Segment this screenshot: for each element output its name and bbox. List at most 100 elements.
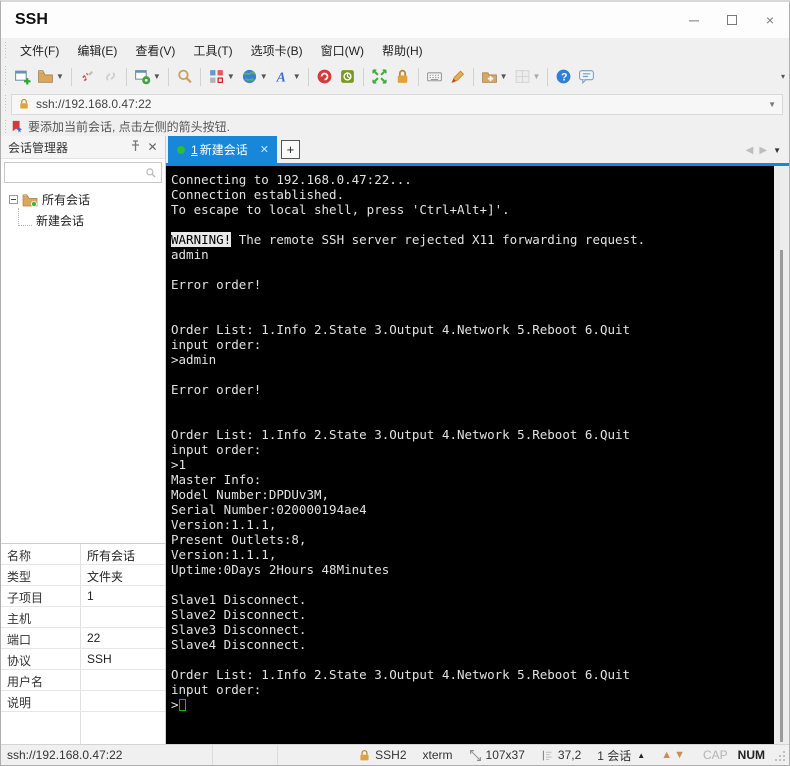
- menu-item[interactable]: 查看(V): [126, 38, 184, 62]
- toolbar-separator: [417, 67, 419, 86]
- menubar-grip[interactable]: [3, 41, 8, 59]
- feedback-button[interactable]: [575, 65, 598, 89]
- terminal-line: >1: [171, 457, 187, 472]
- property-label: 子项目: [1, 586, 81, 606]
- session-properties-button[interactable]: ▼: [131, 65, 164, 89]
- resize-grip[interactable]: [775, 747, 787, 763]
- window-title: SSH: [15, 11, 48, 28]
- tab-scroll-controls: ◀ ▶ ▼: [746, 145, 781, 156]
- scroll-up-icon[interactable]: ▲: [661, 749, 674, 761]
- panel-close-icon[interactable]: ✕: [144, 140, 161, 154]
- tab-scroll-left-icon[interactable]: ◀: [746, 145, 754, 156]
- menu-item[interactable]: 编辑(E): [68, 38, 126, 62]
- dropdown-caret-icon[interactable]: ▼: [56, 72, 64, 81]
- statusbar-session-count[interactable]: 1 会话 ▲: [597, 747, 645, 764]
- toolbar-separator: [167, 67, 169, 86]
- tab-close-icon[interactable]: ✕: [260, 143, 269, 156]
- infobar-grip[interactable]: [3, 119, 8, 134]
- maximize-button[interactable]: [713, 2, 751, 38]
- compose-button[interactable]: ▼: [205, 65, 238, 89]
- terminal-line: Slave1 Disconnect.: [171, 592, 307, 607]
- scroll-down-icon[interactable]: ▼: [674, 749, 687, 761]
- dropdown-caret-icon[interactable]: ▼: [533, 72, 541, 81]
- address-field[interactable]: ssh://192.168.0.47:22 ▼: [11, 93, 783, 115]
- highlight-pen-button[interactable]: [446, 65, 469, 89]
- terminal-line: Master Info:: [171, 472, 262, 487]
- session-search-box[interactable]: [4, 162, 162, 183]
- open-folder-button[interactable]: ▼: [34, 65, 67, 89]
- font-button[interactable]: A ▼: [271, 65, 304, 89]
- tree-item-label: 所有会话: [42, 193, 91, 207]
- address-url: ssh://192.168.0.47:22: [36, 97, 152, 111]
- toolbar-grip[interactable]: [3, 66, 8, 87]
- terminal-scrollbar[interactable]: [774, 166, 789, 744]
- close-button[interactable]: ×: [751, 2, 789, 38]
- terminal-line: >admin: [171, 352, 217, 367]
- minimize-button[interactable]: ─: [675, 2, 713, 38]
- dropdown-caret-icon[interactable]: ▼: [227, 72, 235, 81]
- fullscreen-button[interactable]: [368, 65, 391, 89]
- xagent-icon: [317, 69, 332, 84]
- property-row: 端口 22: [1, 628, 165, 649]
- layout-grid-button[interactable]: ▼: [511, 65, 544, 89]
- address-lock-icon: [20, 98, 28, 109]
- main-area: 会话管理器 ✕ 所有会话 新建会话 名称 所有会话 类型 文件夹 子项目 1 主机 端口 22 协议…: [1, 136, 789, 744]
- menu-item[interactable]: 工具(T): [184, 38, 241, 62]
- menu-item[interactable]: 窗口(W): [312, 38, 373, 62]
- toolbar-separator: [547, 67, 549, 86]
- session-list-caret[interactable]: ▲: [637, 751, 645, 760]
- search-icon: [146, 167, 156, 178]
- tab-list-caret[interactable]: ▼: [773, 146, 781, 155]
- new-folder-button[interactable]: ▼: [478, 65, 511, 89]
- keyboard-button[interactable]: [423, 65, 446, 89]
- new-tab-button[interactable]: +: [280, 140, 300, 159]
- disconnect-button[interactable]: [76, 65, 99, 89]
- dropdown-caret-icon[interactable]: ▼: [153, 72, 161, 81]
- disconnect-icon: [82, 70, 93, 82]
- menu-item[interactable]: 帮助(H): [373, 38, 432, 62]
- tab-scroll-right-icon[interactable]: ▶: [759, 145, 767, 156]
- globe-button[interactable]: ▼: [238, 65, 271, 89]
- menu-item[interactable]: 文件(F): [11, 38, 68, 62]
- address-dropdown-caret[interactable]: ▼: [768, 100, 776, 109]
- open-folder-icon: [38, 70, 53, 83]
- dropdown-caret-icon[interactable]: ▼: [500, 72, 508, 81]
- terminal[interactable]: Connecting to 192.168.0.47:22... Connecti…: [166, 166, 774, 744]
- menu-item[interactable]: 选项卡(B): [242, 38, 312, 62]
- toolbar-overflow-caret[interactable]: ▾: [781, 72, 785, 81]
- xagent-button[interactable]: [313, 65, 336, 89]
- find-button[interactable]: [173, 65, 196, 89]
- property-label: 主机: [1, 607, 81, 627]
- info-bar: 要添加当前会话, 点击左侧的箭头按钮.: [1, 117, 789, 136]
- new-session-button[interactable]: [11, 65, 34, 89]
- font-icon: A: [275, 69, 285, 84]
- layout-grid-icon: [515, 70, 529, 83]
- scroll-arrows[interactable]: ▲▼: [661, 749, 687, 761]
- statusbar-size: 107x37: [469, 748, 525, 762]
- xftp-button[interactable]: [336, 65, 359, 89]
- tab-bar: 1 新建会话 ✕ + ◀ ▶ ▼: [166, 136, 789, 166]
- terminal-scrollbar-thumb[interactable]: [780, 250, 783, 742]
- pin-icon[interactable]: [127, 139, 144, 155]
- addressbar-grip[interactable]: [3, 94, 8, 114]
- reconnect-button[interactable]: [99, 65, 122, 89]
- terminal-line: Uptime:0Days 2Hours 48Minutes: [171, 562, 390, 577]
- dropdown-caret-icon[interactable]: ▼: [260, 72, 268, 81]
- toolbar-separator: [472, 67, 474, 86]
- session-tree-item[interactable]: 新建会话: [1, 207, 165, 231]
- property-value: 1: [87, 589, 94, 603]
- tree-expander-icon[interactable]: [9, 195, 18, 204]
- session-search-input[interactable]: [9, 165, 145, 180]
- lock-button[interactable]: [391, 65, 414, 89]
- tab-new-session[interactable]: 1 新建会话 ✕: [168, 136, 277, 163]
- statusbar-url: ssh://192.168.0.47:22: [1, 745, 213, 765]
- compose-icon: [209, 70, 223, 83]
- help-button[interactable]: ?: [552, 65, 575, 89]
- dropdown-caret-icon[interactable]: ▼: [293, 72, 301, 81]
- keyboard-icon: [426, 72, 442, 82]
